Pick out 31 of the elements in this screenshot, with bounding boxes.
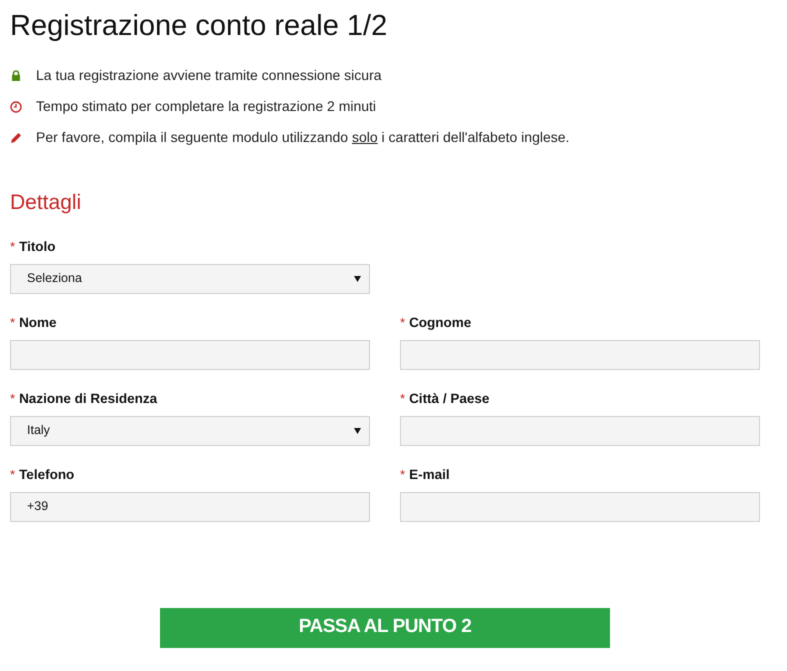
info-text: La tua registrazione avviene tramite connessione sicura	[36, 66, 382, 85]
input-field[interactable]	[400, 492, 760, 522]
section-title: Dettagli	[10, 190, 82, 216]
select-field[interactable]: Seleziona	[10, 264, 370, 294]
field-label: Nome	[19, 314, 57, 332]
required-mark: *	[10, 390, 16, 408]
field-label: Città / Paese	[409, 390, 490, 408]
info-text: Tempo stimato per completare la registrazione 2 minuti	[36, 97, 376, 116]
required-mark: *	[400, 314, 406, 332]
dropdown-arrow-icon	[354, 276, 361, 282]
pencil-icon	[10, 132, 22, 144]
select-field[interactable]: Italy	[10, 416, 370, 446]
field-label: E-mail	[409, 466, 450, 484]
input-field[interactable]	[400, 340, 760, 370]
required-mark: *	[10, 238, 16, 256]
required-mark: *	[10, 314, 16, 332]
info-text: Per favore, compila il seguente modulo utilizzando solo i caratteri dell'alfabeto inglese.	[36, 128, 570, 147]
required-mark: *	[10, 466, 16, 484]
required-mark: *	[400, 466, 406, 484]
field-label: Nazione di Residenza	[19, 390, 158, 408]
dropdown-arrow-icon	[354, 428, 361, 434]
field-label: Telefono	[19, 466, 74, 484]
input-field[interactable]: +39	[10, 492, 370, 522]
clock-icon	[10, 100, 22, 112]
lock-icon	[11, 70, 21, 81]
required-mark: *	[400, 390, 406, 408]
input-field[interactable]	[400, 416, 760, 446]
field-label: Titolo	[19, 238, 56, 256]
input-field[interactable]	[10, 340, 370, 370]
page-title: Registrazione conto reale 1/2	[10, 9, 388, 44]
field-label: Cognome	[409, 314, 472, 332]
